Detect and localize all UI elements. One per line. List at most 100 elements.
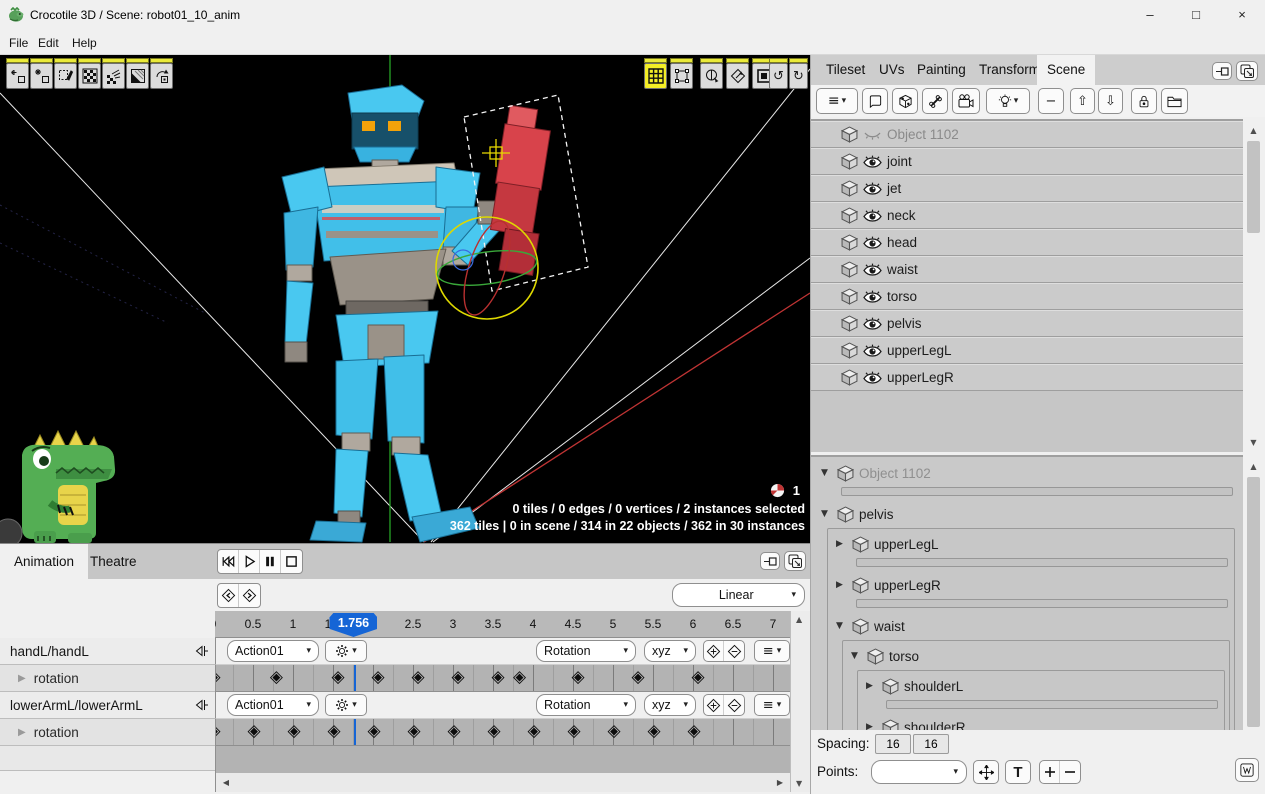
scene-object-row[interactable]: waist (811, 256, 1243, 283)
orbit-ball[interactable] (0, 519, 22, 543)
undo-button[interactable]: ↺ (769, 63, 788, 89)
robot-model[interactable] (282, 85, 506, 542)
scene-object-row[interactable]: neck (811, 202, 1243, 229)
scene-object-row[interactable]: Object 1102 (811, 121, 1243, 148)
track-link-icon[interactable] (195, 645, 209, 657)
folder-icon[interactable] (1161, 88, 1188, 114)
tab-theatre[interactable]: Theatre (76, 544, 151, 579)
keyframe-diamond[interactable]: ◈ (215, 721, 221, 741)
timeline-h-scrollbar[interactable]: ◀ ▶ (215, 773, 790, 792)
menu-edit[interactable]: Edit (33, 34, 64, 52)
orbit-button[interactable] (700, 63, 723, 89)
expand-caret-icon[interactable]: ▶ (18, 673, 26, 684)
keyframe-diamond[interactable]: ◈ (371, 667, 384, 687)
visibility-eye-icon[interactable] (863, 371, 882, 385)
tab-tileset[interactable]: Tileset (816, 55, 875, 85)
scroll-up-icon[interactable]: ▲ (1244, 459, 1263, 474)
scene-list-scrollbar[interactable]: ▲ ▼ (1244, 121, 1263, 452)
interpolation-select[interactable]: Linear▾ (672, 583, 805, 607)
menu-file[interactable]: File (4, 34, 33, 52)
keyframe-track[interactable]: ◈◈◈◈◈◈◈◈◈◈◈◈◈ (215, 719, 790, 746)
points-tool-button[interactable] (30, 63, 53, 89)
remove-keyframe-icon[interactable] (724, 641, 744, 661)
track-row-label[interactable]: handL/handL (0, 638, 215, 665)
keyframe-diamond[interactable]: ◈ (451, 667, 464, 687)
keyframe-diamond[interactable]: ◈ (527, 721, 540, 741)
shade-tool-button[interactable] (126, 63, 149, 89)
tab-scene[interactable]: Scene (1037, 55, 1095, 85)
add-bone-icon[interactable] (922, 88, 948, 114)
maximize-button[interactable]: □ (1173, 0, 1219, 30)
tree-caret-icon[interactable]: ▼ (836, 621, 847, 631)
scene-object-row[interactable]: jet (811, 175, 1243, 202)
tree-node-row[interactable]: ▼waist (832, 614, 1232, 638)
spray-tool-button[interactable] (102, 63, 125, 89)
move-button[interactable] (726, 63, 749, 89)
tree-caret-icon[interactable]: ▼ (851, 651, 862, 661)
keyframe-diamond[interactable]: ◈ (487, 721, 500, 741)
tree-caret-icon[interactable]: ▶ (836, 539, 847, 549)
visibility-eye-icon[interactable] (863, 155, 882, 169)
pin-panel-icon[interactable] (1212, 62, 1232, 80)
close-button[interactable]: × (1219, 0, 1265, 30)
action-settings-button[interactable]: ▾ (325, 640, 367, 662)
visibility-eye-icon[interactable] (863, 209, 882, 223)
expand-caret-icon[interactable]: ▶ (18, 727, 26, 738)
add-light-button[interactable]: ▾ (986, 88, 1030, 114)
spacing-x-input[interactable] (875, 734, 911, 754)
minimize-button[interactable]: – (1127, 0, 1173, 30)
play-icon[interactable] (239, 550, 260, 573)
pause-icon[interactable] (260, 550, 281, 573)
tree-node-row[interactable]: ▼torso (847, 644, 1227, 668)
keyframe-diamond[interactable]: ◈ (407, 721, 420, 741)
action-settings-button[interactable]: ▾ (325, 694, 367, 716)
scene-object-row[interactable]: upperLegR (811, 364, 1243, 391)
rotate-tile-tool-button[interactable] (150, 63, 173, 89)
vertex-tool-button[interactable] (6, 63, 29, 89)
channel-row-label[interactable]: ▶ rotation (0, 665, 215, 692)
selected-object[interactable] (464, 95, 588, 291)
popout-panel-icon[interactable] (784, 551, 806, 571)
next-keyframe-icon[interactable] (239, 584, 260, 607)
scroll-down-icon[interactable]: ▼ (1244, 435, 1263, 450)
viewport-canvas[interactable] (0, 55, 810, 543)
visibility-eye-icon[interactable] (863, 317, 882, 331)
text-tool-button[interactable]: T (1005, 760, 1031, 784)
keyframe-track[interactable]: ◈◈◈◈◈◈◈◈◈◈◈ (215, 665, 790, 692)
channel-row-label[interactable]: ▶ rotation (0, 719, 215, 746)
timeline-v-scrollbar[interactable]: ▲ ▼ (790, 611, 810, 792)
visibility-eye-closed-icon[interactable] (863, 128, 882, 142)
keyframe-diamond[interactable]: ◈ (571, 667, 584, 687)
remove-button[interactable]: − (1038, 88, 1064, 114)
scroll-right-icon[interactable]: ▶ (772, 773, 788, 792)
action-select[interactable]: Action01▾ (227, 640, 319, 662)
title-bar[interactable]: Crocotile 3D / Scene: robot01_10_anim – … (0, 0, 1265, 30)
tree-drop-bar[interactable] (856, 599, 1228, 608)
box-select-button[interactable] (670, 63, 693, 89)
menu-help[interactable]: Help (67, 34, 102, 52)
keyframe-diamond[interactable]: ◈ (567, 721, 580, 741)
keyframe-diamond[interactable]: ◈ (513, 667, 526, 687)
move-up-button[interactable]: ⇧ (1070, 88, 1095, 114)
prev-keyframe-icon[interactable] (218, 584, 239, 607)
tree-caret-icon[interactable]: ▶ (836, 580, 847, 590)
tree-caret-icon[interactable]: ▼ (821, 509, 832, 519)
timeline-ruler[interactable]: 00.511.522.533.544.555.566.571.756 (215, 611, 790, 638)
tree-caret-icon[interactable]: ▶ (866, 681, 877, 691)
keyframe-diamond[interactable]: ◈ (287, 721, 300, 741)
add-object-icon[interactable] (892, 88, 918, 114)
keyframe-diamond[interactable]: ◈ (631, 667, 644, 687)
keyframe-diamond[interactable]: ◈ (691, 667, 704, 687)
visibility-eye-icon[interactable] (863, 182, 882, 196)
playhead-line[interactable] (354, 665, 356, 691)
action-select[interactable]: Action01▾ (227, 694, 319, 716)
scroll-down-icon[interactable]: ▼ (796, 779, 802, 788)
keyframe-diamond[interactable]: ◈ (367, 721, 380, 741)
remove-keyframe-icon[interactable] (724, 695, 744, 715)
playhead-line[interactable] (354, 719, 356, 745)
scene-object-row[interactable]: upperLegL (811, 337, 1243, 364)
viewport[interactable]: ↺ ↻ 1 0 tiles / 0 edges / 0 vertices / 2… (0, 55, 810, 543)
scene-object-row[interactable]: head (811, 229, 1243, 256)
tab-animation[interactable]: Animation (0, 544, 88, 579)
grid-snap-button[interactable] (644, 63, 667, 89)
